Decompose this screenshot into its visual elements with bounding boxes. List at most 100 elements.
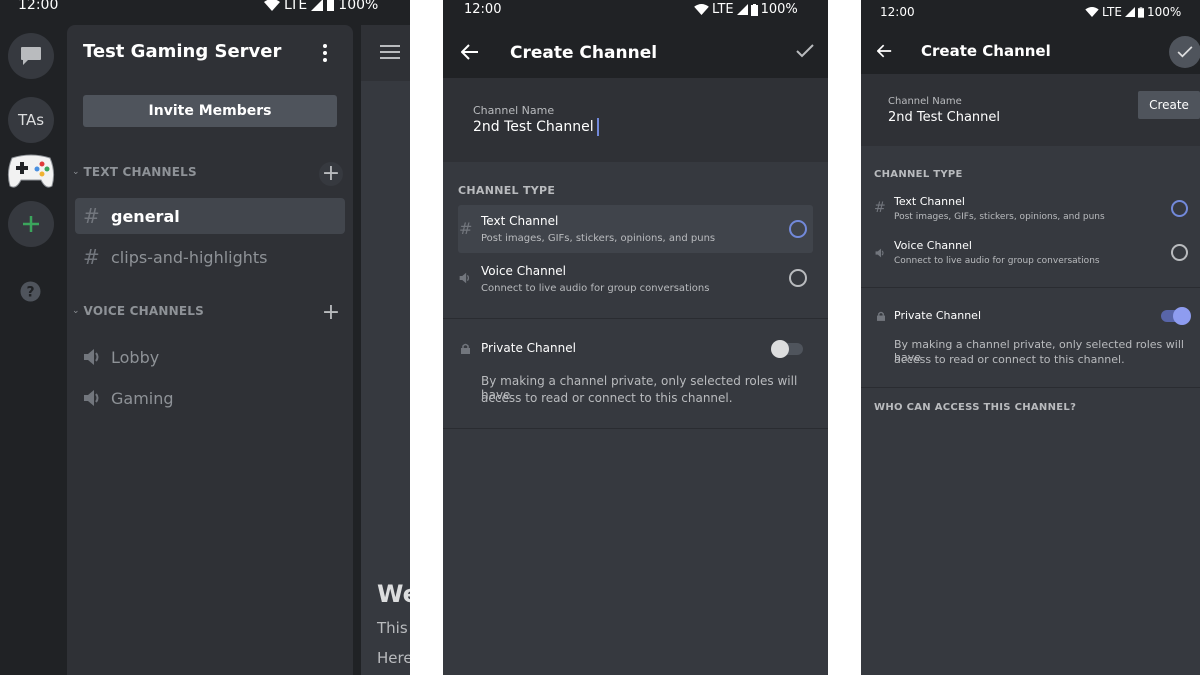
- status-indicators: LTE 100%: [1085, 5, 1181, 19]
- private-description-line2: access to read or connect to this channe…: [894, 353, 1125, 366]
- create-channel-screen: 12:00 LTE 100% Create Channel Channel Na…: [443, 0, 828, 675]
- voice-channel-option[interactable]: Voice Channel Connect to live audio for …: [458, 256, 813, 304]
- divider: [443, 428, 828, 429]
- network-label: LTE: [1102, 5, 1122, 19]
- option-title: Text Channel: [481, 214, 559, 228]
- text-cursor: [596, 118, 599, 136]
- speaker-icon: [459, 272, 470, 284]
- plus-icon: +: [321, 161, 341, 186]
- svg-text:?: ?: [26, 285, 34, 301]
- voice-channel-radio[interactable]: [789, 269, 807, 287]
- welcome-text: This: [377, 619, 408, 637]
- battery-label: 100%: [760, 2, 798, 17]
- welcome-heading: We: [377, 580, 410, 608]
- checkmark-icon: [796, 44, 814, 58]
- network-label: LTE: [712, 2, 734, 17]
- question-icon: ?: [20, 281, 41, 302]
- divider: [861, 287, 1200, 288]
- channel-name-section: Channel Name 2nd Test Channel: [443, 78, 828, 162]
- add-voice-channel-button[interactable]: +: [319, 301, 343, 325]
- channel-name: general: [111, 206, 180, 226]
- game-controller-icon: [7, 154, 55, 188]
- private-channel-toggle[interactable]: [1160, 306, 1192, 326]
- channel-name-value: 2nd Test Channel: [473, 119, 594, 135]
- channel-item-general[interactable]: # general: [75, 198, 345, 234]
- text-channel-radio[interactable]: [789, 220, 807, 238]
- option-title: Voice Channel: [894, 239, 972, 252]
- voice-channel-option[interactable]: Voice Channel Connect to live audio for …: [874, 236, 1200, 272]
- arrow-left-icon: [877, 44, 892, 58]
- status-indicators: LTE 100%: [694, 2, 798, 17]
- wifi-icon: [264, 0, 280, 11]
- server-menu-button[interactable]: [317, 43, 333, 63]
- invite-members-button[interactable]: Invite Members: [83, 95, 337, 127]
- screen-title: Create Channel: [510, 43, 658, 63]
- battery-icon: [1137, 6, 1144, 18]
- divider: [861, 387, 1200, 388]
- battery-label: 100%: [338, 0, 379, 13]
- channel-name-input[interactable]: 2nd Test Channel: [888, 110, 1000, 125]
- signal-icon: [1124, 7, 1135, 17]
- back-button[interactable]: [877, 44, 892, 58]
- add-text-channel-button[interactable]: +: [319, 162, 343, 186]
- wifi-icon: [1085, 7, 1099, 17]
- server-icon-gaming[interactable]: [6, 150, 56, 192]
- lock-icon: [461, 343, 470, 354]
- private-description-line2: access to read or connect to this channe…: [481, 391, 733, 405]
- chat-panel-peek: We This Here: [361, 25, 410, 675]
- app-header: 12:00 LTE 100% Create Channel: [443, 0, 828, 78]
- voice-channels-category[interactable]: ⌄ VOICE CHANNELS: [72, 304, 204, 318]
- confirm-button[interactable]: [796, 44, 814, 58]
- create-channel-private-screen: 12:00 LTE 100% Create Channel Channel Na…: [861, 0, 1200, 675]
- status-time: 12:00: [464, 2, 502, 17]
- option-subtitle: Connect to live audio for group conversa…: [481, 283, 710, 294]
- channel-name: Lobby: [111, 347, 160, 367]
- wifi-icon: [694, 4, 709, 15]
- channel-item-gaming[interactable]: Gaming: [75, 380, 345, 416]
- status-time: 12:00: [18, 0, 59, 13]
- category-label: TEXT CHANNELS: [83, 165, 197, 179]
- text-channels-category[interactable]: ⌄ TEXT CHANNELS: [72, 165, 197, 179]
- hash-icon: #: [83, 204, 100, 228]
- back-button[interactable]: [461, 44, 479, 60]
- arrow-left-icon: [461, 44, 478, 60]
- chevron-down-icon: ⌄: [72, 167, 80, 177]
- option-subtitle: Connect to live audio for group conversa…: [894, 256, 1100, 266]
- hamburger-icon: [380, 45, 400, 59]
- checkmark-icon: [1177, 46, 1193, 58]
- status-time: 12:00: [880, 5, 915, 19]
- channel-item-clips-and-highlights[interactable]: # clips-and-highlights: [75, 239, 345, 275]
- lock-icon: [877, 311, 885, 321]
- channel-type-header: CHANNEL TYPE: [874, 169, 963, 180]
- server-name[interactable]: Test Gaming Server: [83, 41, 281, 62]
- server-sidebar-screen: 12:00 LTE 100% TAs ? Test Gaming Server: [0, 0, 410, 675]
- hash-icon: #: [83, 245, 100, 269]
- battery-icon: [327, 0, 335, 11]
- battery-icon: [750, 3, 758, 16]
- create-tooltip: Create: [1138, 91, 1200, 119]
- signal-icon: [736, 4, 748, 15]
- add-server-button[interactable]: [8, 201, 54, 247]
- plus-icon: +: [321, 300, 341, 325]
- status-indicators: LTE 100%: [264, 0, 378, 13]
- menu-button[interactable]: [380, 45, 400, 59]
- hash-icon: #: [459, 219, 473, 238]
- private-channel-toggle[interactable]: [771, 339, 804, 359]
- server-icon-tas[interactable]: TAs: [8, 97, 54, 143]
- text-channel-option[interactable]: # Text Channel Post images, GIFs, sticke…: [458, 205, 813, 253]
- help-button[interactable]: ?: [20, 281, 41, 302]
- text-channel-option[interactable]: # Text Channel Post images, GIFs, sticke…: [874, 192, 1200, 228]
- screen-title: Create Channel: [921, 42, 1051, 60]
- channel-name-input[interactable]: 2nd Test Channel: [473, 118, 599, 136]
- channel-name-label: Channel Name: [888, 96, 962, 107]
- text-channel-radio[interactable]: [1171, 200, 1188, 217]
- chat-bubble-icon: [21, 47, 41, 65]
- access-header: WHO CAN ACCESS THIS CHANNEL?: [874, 402, 1077, 413]
- category-label: VOICE CHANNELS: [83, 304, 204, 318]
- toggle-knob: [771, 340, 789, 358]
- direct-messages-button[interactable]: [8, 33, 54, 79]
- confirm-button[interactable]: [1169, 36, 1200, 68]
- signal-icon: [311, 0, 324, 11]
- voice-channel-radio[interactable]: [1171, 244, 1188, 261]
- channel-item-lobby[interactable]: Lobby: [75, 339, 345, 375]
